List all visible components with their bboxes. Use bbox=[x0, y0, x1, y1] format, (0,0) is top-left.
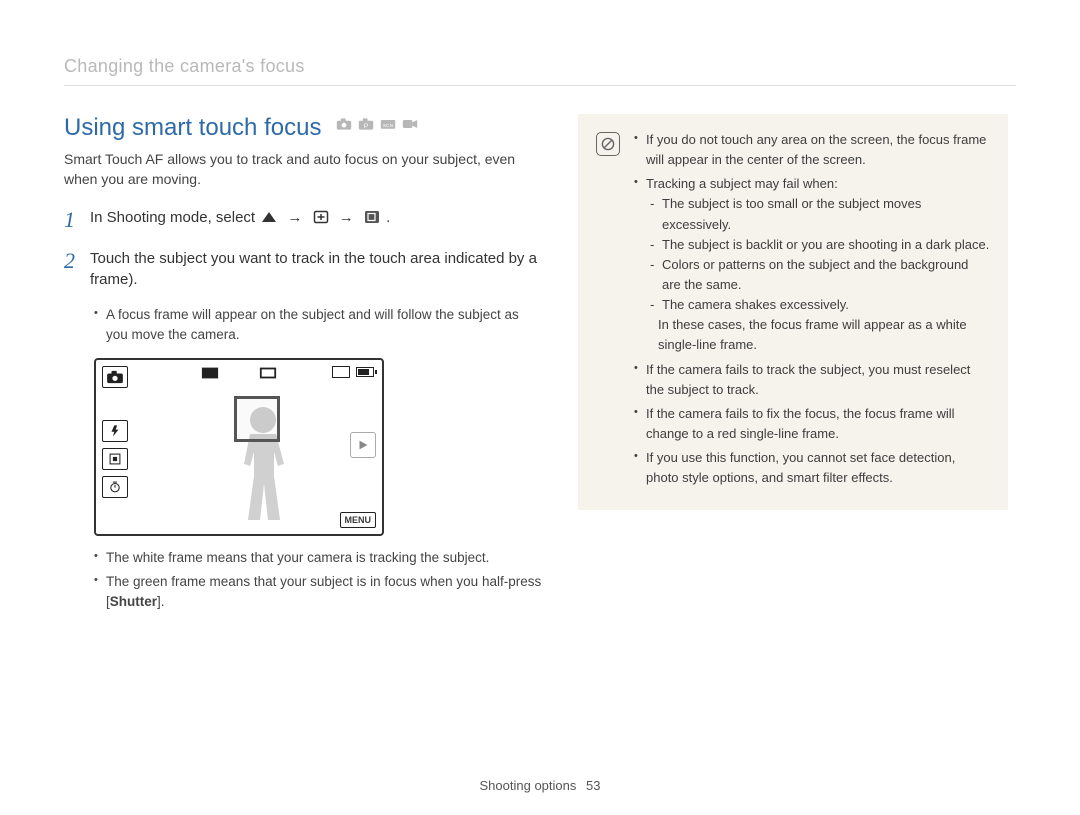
camera-p-icon: P bbox=[358, 117, 374, 131]
note-2-follow: In these cases, the focus frame will app… bbox=[658, 315, 990, 355]
step-1-body: In Shooting mode, select → → . bbox=[90, 207, 390, 233]
note-2-sub-3: Colors or patterns on the subject and th… bbox=[650, 255, 990, 295]
lcd-top-right bbox=[332, 366, 374, 378]
resolution-icon bbox=[201, 366, 219, 380]
video-icon bbox=[402, 117, 418, 131]
menu-button: MENU bbox=[340, 512, 377, 528]
camera-lcd: MENU bbox=[94, 358, 384, 536]
playback-icon bbox=[350, 432, 376, 458]
right-column: If you do not touch any area on the scre… bbox=[578, 114, 1008, 616]
note-5: If you use this function, you cannot set… bbox=[634, 448, 990, 488]
step-2: 2 Touch the subject you want to track in… bbox=[64, 248, 544, 292]
note-2-sub-4: The camera shakes excessively. bbox=[650, 295, 990, 315]
green-frame-note: The green frame means that your subject … bbox=[94, 572, 544, 613]
arrow-1: → bbox=[287, 209, 302, 226]
step-1-suffix: . bbox=[386, 209, 390, 226]
green-frame-pre: The green frame means that your subject … bbox=[106, 574, 541, 609]
footer-section: Shooting options bbox=[480, 778, 577, 793]
divider bbox=[64, 85, 1016, 86]
storage-icon bbox=[332, 366, 350, 378]
focus-frame bbox=[234, 396, 280, 442]
step-2-sub-1: A focus frame will appear on the subject… bbox=[94, 305, 544, 346]
page-footer: Shooting options 53 bbox=[0, 778, 1080, 793]
step-2-sub-bullets: A focus frame will appear on the subject… bbox=[94, 305, 544, 346]
note-2-text: Tracking a subject may fail when: bbox=[646, 176, 838, 191]
intro-text: Smart Touch AF allows you to track and a… bbox=[64, 150, 544, 189]
af-mode-icon bbox=[102, 448, 128, 470]
step-1-prefix: In Shooting mode, select bbox=[90, 209, 259, 226]
note-2-sub-1: The subject is too small or the subject … bbox=[650, 194, 990, 234]
note-2-sub-2: The subject is backlit or you are shooti… bbox=[650, 235, 990, 255]
green-frame-post: ]. bbox=[157, 594, 165, 609]
note-2-sublist: The subject is too small or the subject … bbox=[650, 194, 990, 315]
note-list: If you do not touch any area on the scre… bbox=[634, 130, 990, 492]
left-column: Using smart touch focus P SCN Smart Touc… bbox=[64, 114, 544, 616]
heading-row: Using smart touch focus P SCN bbox=[64, 114, 544, 142]
up-triangle-icon bbox=[261, 209, 277, 231]
lcd-left-icons bbox=[102, 366, 130, 498]
step-2-number: 2 bbox=[64, 248, 90, 292]
footer-page-number: 53 bbox=[586, 778, 600, 793]
svg-text:P: P bbox=[364, 123, 368, 130]
note-2: Tracking a subject may fail when: The su… bbox=[634, 174, 990, 355]
note-4: If the camera fails to fix the focus, th… bbox=[634, 404, 990, 444]
note-1: If you do not touch any area on the scre… bbox=[634, 130, 990, 170]
lcd-illustration: MENU bbox=[94, 358, 544, 536]
step-2-body: Touch the subject you want to track in t… bbox=[90, 248, 544, 292]
note-box: If you do not touch any area on the scre… bbox=[578, 114, 1008, 510]
two-column-layout: Using smart touch focus P SCN Smart Touc… bbox=[64, 114, 1016, 616]
page-root: Changing the camera's focus Using smart … bbox=[0, 0, 1080, 815]
scene-icon: SCN bbox=[380, 117, 396, 131]
timer-off-icon bbox=[102, 476, 128, 498]
section-heading: Using smart touch focus bbox=[64, 114, 321, 142]
frame-color-bullets: The white frame means that your camera i… bbox=[94, 548, 544, 613]
shutter-label: Shutter bbox=[110, 594, 157, 609]
svg-text:SCN: SCN bbox=[383, 123, 394, 129]
quality-icon bbox=[259, 366, 277, 380]
focus-point-icon bbox=[313, 209, 329, 231]
note-3: If the camera fails to track the subject… bbox=[634, 360, 990, 400]
breadcrumb: Changing the camera's focus bbox=[64, 56, 1016, 77]
tracking-af-icon bbox=[364, 209, 380, 231]
step-1: 1 In Shooting mode, select → → . bbox=[64, 207, 544, 233]
arrow-2: → bbox=[339, 209, 354, 226]
flash-auto-icon bbox=[102, 420, 128, 442]
steps-list: 1 In Shooting mode, select → → . 2 Touch… bbox=[64, 207, 544, 612]
battery-icon bbox=[356, 367, 374, 377]
note-icon bbox=[596, 132, 620, 156]
mode-icons: P SCN bbox=[336, 117, 418, 131]
white-frame-note: The white frame means that your camera i… bbox=[94, 548, 544, 568]
camera-icon bbox=[336, 117, 352, 131]
step-1-number: 1 bbox=[64, 207, 90, 233]
